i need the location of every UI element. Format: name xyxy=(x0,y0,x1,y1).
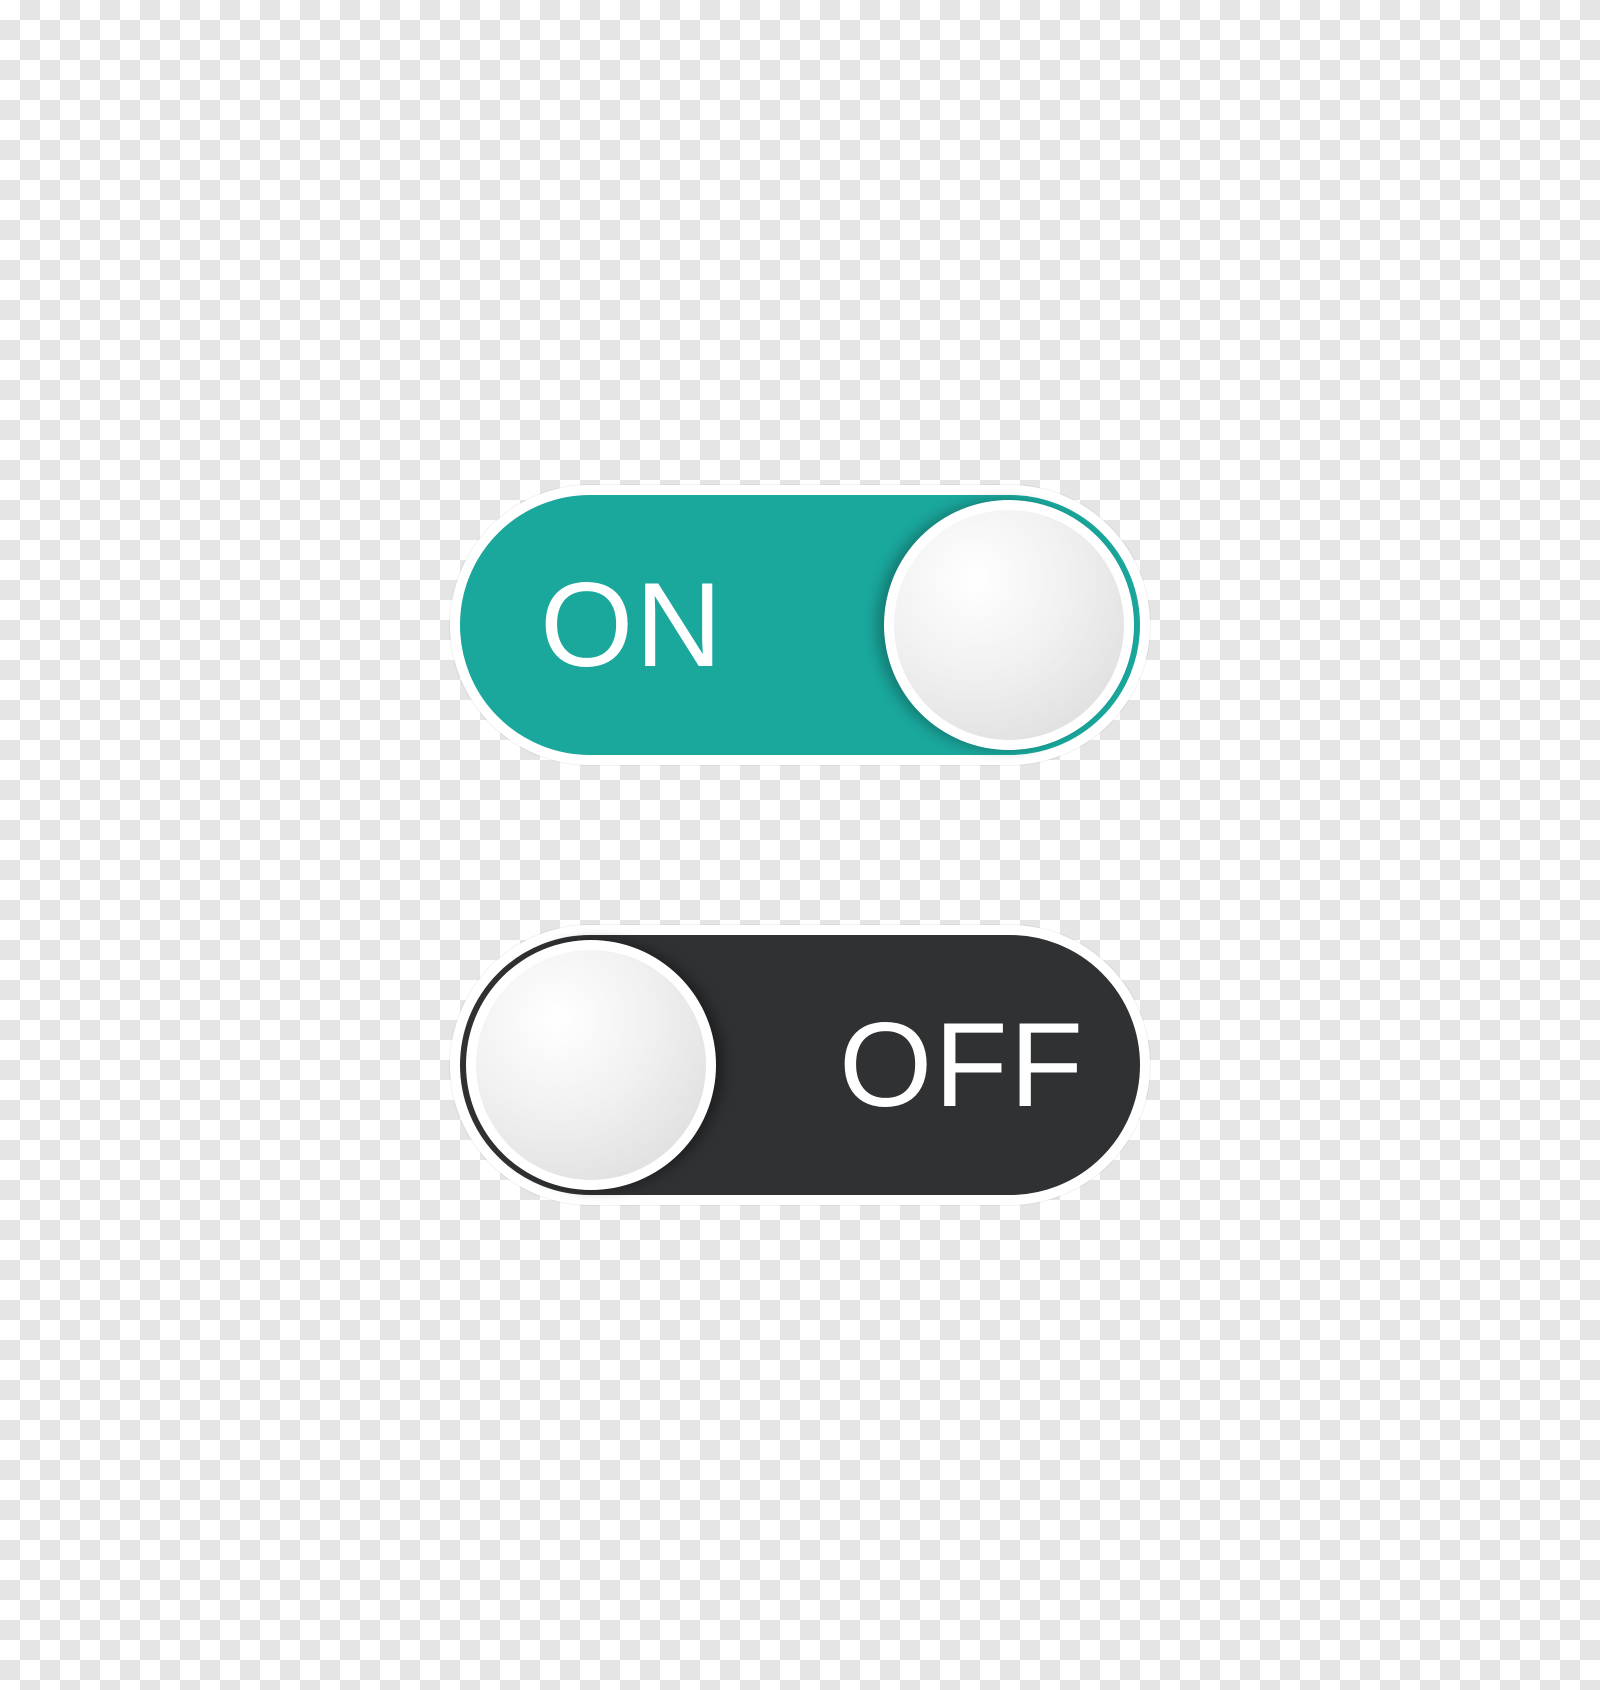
toggle-switch-off[interactable]: OFF xyxy=(450,925,1150,1205)
toggle-off-label: OFF xyxy=(839,996,1085,1134)
toggle-on-label: ON xyxy=(540,556,724,694)
toggle-knob-icon xyxy=(466,940,716,1190)
toggle-switch-on[interactable]: ON xyxy=(450,485,1150,765)
toggle-knob-icon xyxy=(884,500,1134,750)
